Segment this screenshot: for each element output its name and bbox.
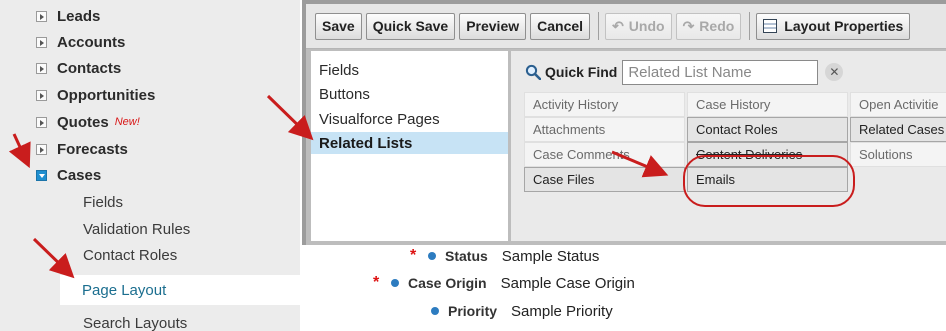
layout-editor: Save Quick Save Preview Cancel ↶ Undo ↷ …: [302, 0, 946, 245]
expand-icon[interactable]: [36, 89, 47, 101]
cancel-button[interactable]: Cancel: [530, 12, 591, 40]
redo-label: Redo: [699, 18, 735, 34]
quick-find-label: Quick Find: [545, 64, 618, 80]
field-label: Case Origin: [408, 275, 487, 291]
palette-item-emails[interactable]: Emails: [687, 167, 848, 192]
sidebar-subitem-page-layout[interactable]: Page Layout: [60, 275, 300, 305]
palette-item-content-deliveries[interactable]: Content Deliveries: [687, 142, 848, 167]
palette-item-solutions[interactable]: Solutions: [850, 142, 946, 167]
search-icon: [525, 64, 541, 80]
quick-find-bar: Quick Find ✕: [525, 59, 844, 85]
sidebar-item-quotes[interactable]: Quotes New!: [0, 111, 140, 133]
preview-button[interactable]: Preview: [459, 12, 527, 40]
sidebar-item-accounts[interactable]: Accounts: [0, 31, 125, 53]
undo-label: Undo: [628, 18, 665, 34]
sidebar-item-label: Opportunities: [57, 86, 156, 104]
expand-icon[interactable]: [36, 116, 47, 128]
field-value: Sample Case Origin: [500, 274, 635, 292]
field-row-case-origin: * Case Origin Sample Case Origin: [373, 272, 635, 294]
palette-item-activity-history[interactable]: Activity History: [524, 92, 685, 117]
palette-category-list: Fields Buttons Visualforce Pages Related…: [311, 51, 508, 241]
layout-properties-button[interactable]: Layout Properties: [756, 12, 911, 40]
clear-icon[interactable]: ✕: [825, 63, 844, 81]
sidebar-item-opportunities[interactable]: Opportunities: [0, 84, 155, 106]
sidebar-subitem-fields[interactable]: Fields: [83, 191, 123, 213]
palette-item-attachments[interactable]: Attachments: [524, 117, 685, 142]
editor-toolbar: Save Quick Save Preview Cancel ↶ Undo ↷ …: [306, 4, 946, 49]
sidebar-subitem-search-layouts[interactable]: Search Layouts: [83, 312, 187, 331]
category-visualforce-pages[interactable]: Visualforce Pages: [311, 108, 508, 130]
required-marker: *: [410, 247, 417, 264]
toolbar-divider: [749, 12, 751, 40]
field-value: Sample Status: [501, 247, 600, 265]
palette-item-open-activities[interactable]: Open Activitie: [850, 92, 946, 117]
redo-icon: ↷: [682, 17, 695, 34]
sidebar-item-label: Leads: [57, 7, 101, 25]
sidebar-item-cases[interactable]: Cases: [0, 164, 101, 186]
expand-icon[interactable]: [36, 62, 47, 74]
sidebar-subitem-contact-roles[interactable]: Contact Roles: [83, 244, 177, 266]
field-label: Status: [445, 248, 488, 264]
category-fields[interactable]: Fields: [311, 59, 508, 81]
setup-sidebar: Leads Accounts Contacts Opportunities Qu…: [0, 0, 300, 331]
layout-properties-icon: [763, 19, 778, 33]
category-buttons[interactable]: Buttons: [311, 83, 508, 105]
sidebar-item-contacts[interactable]: Contacts: [0, 57, 121, 79]
expand-icon[interactable]: [36, 10, 47, 22]
sidebar-item-label: Quotes: [57, 113, 109, 131]
sidebar-item-label: Cases: [57, 166, 102, 184]
toolbar-divider: [598, 12, 600, 40]
expand-icon[interactable]: [36, 36, 47, 48]
field-row-priority: Priority Sample Priority: [427, 300, 613, 322]
undo-button[interactable]: ↶ Undo: [605, 12, 672, 40]
collapse-icon[interactable]: [36, 169, 47, 181]
sidebar-item-forecasts[interactable]: Forecasts: [0, 138, 128, 160]
palette-item-case-history[interactable]: Case History: [687, 92, 848, 117]
quick-find-input[interactable]: [622, 59, 819, 85]
palette-item-related-cases[interactable]: Related Cases: [850, 117, 946, 142]
field-dot-icon: [431, 307, 439, 315]
sidebar-subitem-validation-rules[interactable]: Validation Rules: [83, 218, 190, 240]
layout-properties-label: Layout Properties: [784, 18, 904, 34]
sidebar-item-label: Accounts: [57, 33, 126, 51]
category-related-lists[interactable]: Related Lists: [311, 132, 508, 154]
required-marker: *: [373, 274, 380, 291]
palette-item-case-comments[interactable]: Case Comments: [524, 142, 685, 167]
new-badge: New!: [114, 116, 140, 128]
palette-items-panel: Quick Find ✕ Activity History Case Histo…: [511, 51, 946, 241]
quick-save-button[interactable]: Quick Save: [365, 12, 456, 40]
sidebar-item-label: Forecasts: [57, 140, 128, 158]
sidebar-item-leads[interactable]: Leads: [0, 5, 100, 27]
palette-item-case-files[interactable]: Case Files: [524, 167, 685, 192]
field-label: Priority: [448, 303, 498, 319]
expand-icon[interactable]: [36, 143, 47, 155]
undo-icon: ↶: [612, 17, 624, 34]
field-value: Sample Priority: [511, 302, 613, 320]
sidebar-item-label: Contacts: [57, 59, 122, 77]
layout-detail-section: * Status Sample Status * Case Origin Sam…: [302, 245, 946, 331]
redo-button[interactable]: ↷ Redo: [675, 12, 742, 40]
palette-item-contact-roles[interactable]: Contact Roles: [687, 117, 848, 142]
field-dot-icon: [428, 252, 436, 260]
save-button[interactable]: Save: [315, 12, 362, 40]
field-dot-icon: [391, 279, 399, 287]
field-row-status: * Status Sample Status: [410, 245, 599, 267]
